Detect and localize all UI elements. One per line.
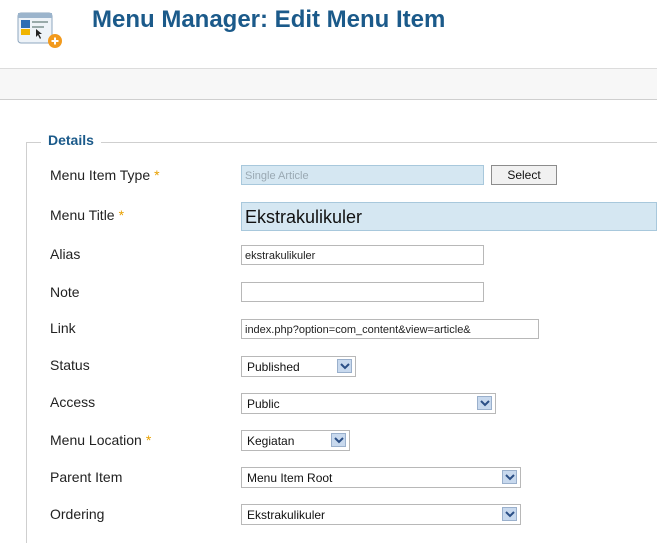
menu-title-label: Menu Title * <box>50 207 125 223</box>
ordering-select[interactable]: Ekstrakulikuler <box>241 504 521 525</box>
menu-item-type-label: Menu Item Type * <box>50 167 160 183</box>
menu-manager-icon <box>17 7 63 49</box>
toolbar-strip <box>0 69 657 99</box>
menu-location-value: Kegiatan <box>247 434 295 448</box>
parent-item-label: Parent Item <box>50 469 123 485</box>
page-header: Menu Manager: Edit Menu Item <box>0 0 657 68</box>
chevron-down-icon <box>502 507 517 521</box>
chevron-down-icon <box>477 396 492 410</box>
required-marker: * <box>145 432 152 448</box>
required-marker: * <box>154 167 160 183</box>
page-title: Menu Manager: Edit Menu Item <box>92 6 446 33</box>
status-select[interactable]: Published <box>241 356 356 377</box>
chevron-down-icon <box>502 470 517 484</box>
access-label: Access <box>50 394 96 410</box>
alias-input[interactable]: ekstrakulikuler <box>241 245 484 265</box>
select-button[interactable]: Select <box>491 165 557 185</box>
chevron-down-icon <box>337 359 352 373</box>
status-label: Status <box>50 357 90 373</box>
chevron-down-icon <box>331 433 346 447</box>
ordering-label: Ordering <box>50 506 105 522</box>
menu-location-label: Menu Location * <box>50 432 152 448</box>
menu-item-type-field: Single Article <box>241 165 484 185</box>
alias-label: Alias <box>50 246 81 262</box>
link-label: Link <box>50 320 76 336</box>
link-input[interactable]: index.php?option=com_content&view=articl… <box>241 319 539 339</box>
note-input[interactable] <box>241 282 484 302</box>
access-value: Public <box>247 397 280 411</box>
access-select[interactable]: Public <box>241 393 496 414</box>
ordering-value: Ekstrakulikuler <box>247 508 326 522</box>
required-marker: * <box>118 207 125 223</box>
details-legend: Details <box>41 132 101 148</box>
note-label: Note <box>50 284 80 300</box>
menu-location-select[interactable]: Kegiatan <box>241 430 350 451</box>
parent-item-value: Menu Item Root <box>247 471 333 485</box>
parent-item-select[interactable]: Menu Item Root <box>241 467 521 488</box>
status-value: Published <box>247 360 300 374</box>
menu-title-input[interactable]: Ekstrakulikuler <box>241 202 657 231</box>
